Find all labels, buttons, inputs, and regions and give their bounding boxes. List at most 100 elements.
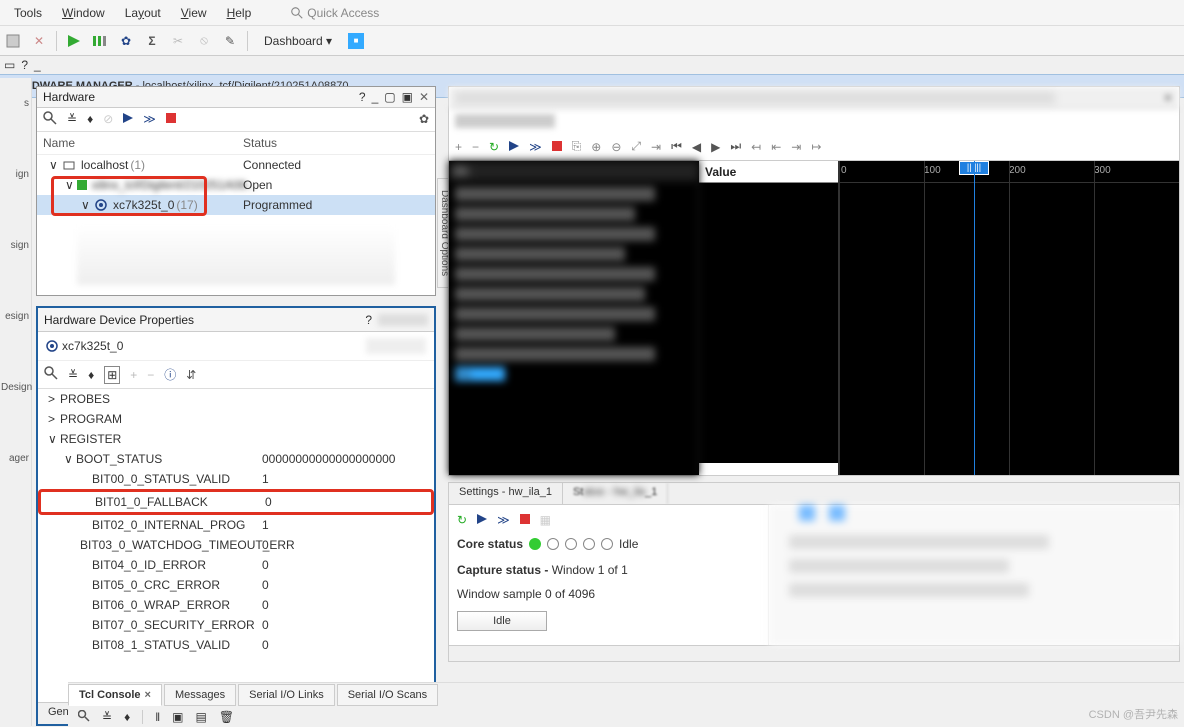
sigma-icon[interactable]: Σ — [143, 32, 161, 50]
step-icon[interactable] — [91, 32, 109, 50]
property-row[interactable]: BIT06_0_WRAP_ERROR 0 — [38, 595, 434, 615]
close-panel-icon[interactable]: ✕ — [419, 90, 429, 104]
stop-icon[interactable] — [552, 140, 562, 154]
menu-help[interactable]: Help — [217, 6, 262, 20]
menu-window[interactable]: Window — [52, 6, 115, 20]
grid-icon[interactable]: ▦ — [540, 513, 551, 527]
wand-icon[interactable]: ✎ — [221, 32, 239, 50]
stop-icon[interactable] — [166, 112, 176, 126]
expand-all-icon[interactable]: ♦ — [87, 112, 93, 126]
menu-layout[interactable]: Layout — [115, 6, 171, 20]
marker1-icon[interactable]: ↤ — [751, 140, 761, 154]
marker3-icon[interactable]: ⇥ — [791, 140, 801, 154]
maximize-panel-icon[interactable]: ▣ — [402, 90, 413, 104]
fit-icon[interactable]: ⤢ — [631, 139, 641, 154]
refresh-icon[interactable]: ↻ — [457, 513, 467, 527]
pause-icon[interactable]: ‖ — [155, 710, 160, 724]
goto-icon[interactable]: ⇥ — [651, 140, 661, 154]
chevron-icon[interactable]: ∨ — [48, 432, 60, 446]
horizontal-scrollbar[interactable] — [449, 645, 1179, 661]
trash-icon[interactable]: 🗑 — [219, 710, 234, 724]
close-wave-icon[interactable]: ✕ — [1163, 91, 1173, 105]
add-icon[interactable]: + — [130, 368, 137, 382]
blue-badge-icon[interactable]: ■ — [348, 33, 364, 49]
sort-icon[interactable]: ⇵ — [186, 368, 196, 382]
search-icon[interactable] — [43, 111, 57, 128]
tree-icon[interactable]: ⊞ — [104, 366, 120, 384]
minimize-icon[interactable]: _ — [34, 58, 41, 72]
menu-view[interactable]: View — [171, 6, 217, 20]
copy-icon[interactable]: ▣ — [172, 710, 183, 724]
tab-status-ila[interactable]: Status - hw_ila_1 — [563, 483, 668, 504]
search-icon[interactable] — [44, 366, 58, 383]
property-row[interactable]: > PROGRAM — [38, 409, 434, 429]
hardware-tree-row[interactable]: ∨ localhost (1) Connected — [37, 155, 435, 175]
plus-icon[interactable]: + — [455, 140, 462, 154]
name-column-header[interactable]: Name — [43, 136, 243, 150]
marker4-icon[interactable]: ↦ — [811, 140, 821, 154]
search-icon[interactable] — [78, 710, 90, 725]
last-icon[interactable]: ⏭ — [730, 139, 741, 154]
minimize-panel-icon[interactable]: _ — [372, 90, 379, 104]
idle-button[interactable]: Idle — [457, 611, 547, 631]
zoom-out-icon[interactable]: ⊖ — [611, 140, 621, 154]
property-row[interactable]: ∨ BOOT_STATUS 00000000000000000000 — [38, 449, 434, 469]
play-icon[interactable] — [477, 513, 487, 527]
fast-forward-icon[interactable]: ≫ — [497, 513, 510, 527]
property-row[interactable]: BIT00_0_STATUS_VALID 1 — [38, 469, 434, 489]
property-row[interactable]: BIT05_0_CRC_ERROR 0 — [38, 575, 434, 595]
help-icon[interactable]: ? — [365, 313, 372, 327]
close-tab-icon[interactable]: × — [145, 689, 151, 701]
chevron-icon[interactable]: > — [48, 392, 60, 406]
tab-messages[interactable]: Messages — [164, 684, 236, 706]
property-row[interactable]: ∨ REGISTER — [38, 429, 434, 449]
run-icon[interactable] — [65, 32, 83, 50]
menu-tools[interactable]: Tools — [4, 6, 52, 20]
properties-tree[interactable]: > PROBES > PROGRAM ∨ REGISTER ∨ BOOT_STA… — [38, 389, 434, 702]
property-row[interactable]: BIT03_0_WATCHDOG_TIMEOUT_ERR 0 — [38, 535, 434, 555]
property-row[interactable]: BIT02_0_INTERNAL_PROG 1 — [38, 515, 434, 535]
zoom-in-icon[interactable]: ⊕ — [591, 140, 601, 154]
save-icon[interactable] — [4, 32, 22, 50]
next-icon[interactable]: ▶ — [711, 140, 720, 154]
property-row[interactable]: BIT07_0_SECURITY_ERROR 0 — [38, 615, 434, 635]
dashboard-dropdown[interactable]: Dashboard ▾ — [256, 32, 340, 50]
property-row[interactable]: BIT01_0_FALLBACK 0 — [41, 492, 276, 512]
help-icon[interactable]: ? — [359, 90, 366, 104]
strike-icon[interactable]: ⦸ — [195, 32, 213, 50]
expand-icon[interactable]: ♦ — [88, 368, 94, 382]
property-row[interactable]: BIT08_1_STATUS_VALID 0 — [38, 635, 434, 655]
collapse-icon[interactable]: ≚ — [102, 710, 112, 724]
tab-serial-links[interactable]: Serial I/O Links — [238, 684, 335, 706]
waveform-canvas[interactable]: 0 100 200 300 || ||| — [839, 161, 1179, 475]
info-icon[interactable]: ⓘ — [164, 366, 176, 383]
tab-tcl-console[interactable]: Tcl Console × — [68, 684, 162, 706]
property-row[interactable]: BIT04_0_ID_ERROR 0 — [38, 555, 434, 575]
property-row[interactable]: > PROBES — [38, 389, 434, 409]
play-icon[interactable] — [123, 112, 133, 126]
tab-serial-scans[interactable]: Serial I/O Scans — [337, 684, 438, 706]
status-column-header[interactable]: Status — [243, 136, 429, 150]
collapse-all-icon[interactable]: ≚ — [67, 112, 77, 126]
help-small-icon[interactable]: ? — [21, 58, 28, 72]
quick-access-search[interactable]: Quick Access — [291, 6, 379, 20]
chevron-icon[interactable]: ∨ — [64, 452, 76, 466]
refresh-icon[interactable]: ↻ — [489, 140, 499, 154]
prev-icon[interactable]: ◀ — [692, 140, 701, 154]
min-icon[interactable]: ▭ — [4, 58, 15, 72]
play-icon[interactable] — [509, 140, 519, 154]
chevron-down-icon[interactable]: ∨ — [49, 158, 61, 172]
stop-icon[interactable] — [520, 513, 530, 527]
remove-icon[interactable]: − — [147, 368, 154, 382]
marker2-icon[interactable]: ⇤ — [771, 140, 781, 154]
waveform-signal-list[interactable]: dle Ins — [449, 161, 699, 475]
expand-icon[interactable]: ♦ — [124, 710, 130, 724]
first-icon[interactable]: ⏮ — [671, 139, 682, 154]
export-icon[interactable]: ⎘ — [572, 139, 582, 154]
chevron-icon[interactable]: > — [48, 412, 60, 426]
restore-panel-icon[interactable]: ▢ — [384, 90, 395, 104]
filter-icon[interactable]: ⊘ — [103, 112, 113, 126]
gear-icon[interactable]: ✿ — [419, 112, 429, 126]
fast-forward-icon[interactable]: ≫ — [529, 140, 542, 154]
cancel-icon[interactable]: ✕ — [30, 32, 48, 50]
